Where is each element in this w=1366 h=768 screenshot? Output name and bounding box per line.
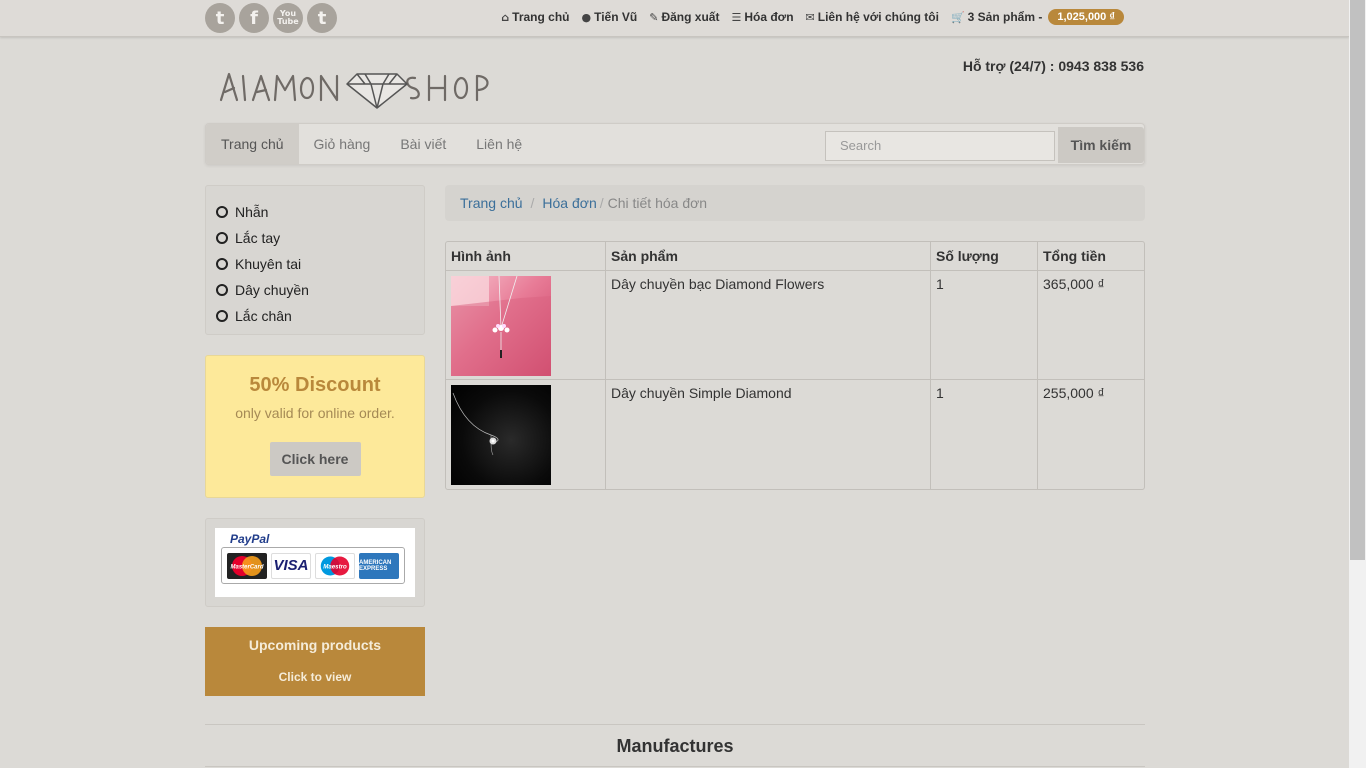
edit-icon: ✎: [649, 10, 659, 24]
category-item[interactable]: Lắc chân: [206, 303, 424, 329]
category-label: Khuyên tai: [235, 256, 302, 272]
quantity-cell: 1: [931, 271, 1038, 380]
category-label: Lắc chân: [235, 308, 292, 324]
top-home-link[interactable]: ⌂ Trang chủ: [501, 10, 569, 24]
top-orders-label: Hóa đơn: [744, 10, 794, 24]
category-list: Nhẫn Lắc tay Khuyên tai Dây chuyền Lắc c…: [205, 185, 425, 335]
scrollbar-track[interactable]: [1349, 0, 1366, 768]
column-header-quantity: Số lượng: [931, 242, 1038, 271]
facebook-icon[interactable]: f: [239, 3, 269, 33]
cart-total-badge: 1,025,000 ₫: [1048, 9, 1124, 25]
twitter-icon[interactable]: t: [205, 3, 235, 33]
top-links: ⌂ Trang chủ ● Tiến Vũ ✎ Đăng xuất ☰ Hóa …: [501, 9, 1124, 25]
envelope-icon: ✉: [805, 10, 815, 24]
payment-methods: PayPal MasterCard VISA Maestro AMERICAN …: [205, 518, 425, 607]
divider: [205, 766, 1145, 767]
promo-subtext: only valid for online order.: [235, 405, 395, 421]
product-image-cell: [446, 271, 606, 380]
scrollbar-thumb[interactable]: [1350, 0, 1365, 560]
social-links: t f You Tube t: [205, 3, 337, 33]
youtube-icon[interactable]: You Tube: [273, 3, 303, 33]
breadcrumb-current: Chi tiết hóa đơn: [607, 195, 708, 211]
top-bar: t f You Tube t ⌂ Trang chủ ● Tiến Vũ ✎ Đ…: [0, 0, 1349, 37]
promo-button[interactable]: Click here: [269, 442, 361, 476]
order-detail-table: Hình ảnh Sản phẩm Số lượng Tổng tiền Dây…: [445, 241, 1145, 490]
search-button[interactable]: Tìm kiếm: [1058, 127, 1144, 163]
top-user-label: Tiến Vũ: [594, 10, 638, 24]
top-user-link[interactable]: ● Tiến Vũ: [582, 10, 638, 24]
top-logout-label: Đăng xuất: [661, 10, 720, 24]
category-item[interactable]: Khuyên tai: [206, 251, 424, 277]
support-hotline: Hỗ trợ (24/7) : 0943 838 536: [962, 58, 1144, 74]
user-icon: ●: [581, 10, 592, 24]
top-orders-link[interactable]: ☰ Hóa đơn: [731, 10, 793, 24]
upcoming-link[interactable]: Click to view: [205, 670, 425, 684]
nav-posts[interactable]: Bài viết: [385, 124, 461, 164]
product-name-cell: Dây chuyền bạc Diamond Flowers: [606, 271, 931, 380]
radio-icon: [216, 310, 228, 322]
tumblr-icon[interactable]: t: [307, 3, 337, 33]
svg-text:MasterCard: MasterCard: [230, 564, 263, 570]
total-cell: 255,000 ₫: [1043, 385, 1105, 401]
column-header-total: Tổng tiền: [1038, 242, 1144, 271]
category-item[interactable]: Nhẫn: [206, 199, 424, 225]
upcoming-products[interactable]: Upcoming products Click to view: [205, 627, 425, 696]
top-contact-link[interactable]: ✉ Liên hệ với chúng tôi: [806, 10, 939, 24]
top-logout-link[interactable]: ✎ Đăng xuất: [649, 10, 719, 24]
upcoming-title: Upcoming products: [248, 637, 382, 653]
radio-icon: [216, 258, 228, 270]
product-thumbnail[interactable]: [451, 385, 551, 485]
home-icon: ⌂: [501, 10, 510, 24]
total-cell: 365,000 ₫: [1038, 271, 1144, 380]
top-home-label: Trang chủ: [512, 10, 570, 24]
radio-icon: [216, 206, 228, 218]
mastercard-logo: MasterCard: [227, 552, 267, 579]
search-input[interactable]: Search: [825, 131, 1055, 161]
breadcrumb-separator: /: [530, 195, 535, 211]
svg-text:Maestro: Maestro: [323, 563, 347, 570]
top-cart-label: 3 Sản phẩm -: [967, 10, 1043, 24]
category-item[interactable]: Lắc tay: [206, 225, 424, 251]
table-row: Dây chuyền bạc Diamond Flowers 1 365,000…: [446, 271, 1144, 380]
breadcrumb-separator: /: [599, 195, 604, 211]
maestro-logo: Maestro: [315, 552, 355, 579]
main-navbar: Trang chủ Giỏ hàng Bài viết Liên hệ Sear…: [205, 123, 1145, 165]
cart-icon: 🛒: [950, 10, 965, 24]
breadcrumb-orders[interactable]: Hóa đơn: [542, 195, 596, 211]
nav-cart[interactable]: Giỏ hàng: [299, 124, 386, 164]
list-icon: ☰: [731, 10, 742, 24]
nav-home[interactable]: Trang chủ: [206, 124, 299, 164]
breadcrumb: Trang chủ / Hóa đơn / Chi tiết hóa đơn: [445, 185, 1145, 221]
table-row: Dây chuyền Simple Diamond 1 255,000 ₫: [446, 380, 1144, 489]
column-header-image: Hình ảnh: [446, 242, 606, 271]
top-contact-label: Liên hệ với chúng tôi: [817, 10, 939, 24]
category-label: Dây chuyền: [235, 282, 309, 298]
table-header-row: Hình ảnh Sản phẩm Số lượng Tổng tiền: [446, 242, 1144, 271]
visa-logo: VISA: [271, 552, 311, 579]
category-label: Lắc tay: [235, 230, 281, 246]
radio-icon: [216, 232, 228, 244]
divider: [205, 724, 1145, 725]
manufactures-heading: Manufactures: [616, 736, 734, 756]
nav-contact[interactable]: Liên hệ: [461, 124, 537, 164]
product-name-cell: Dây chuyền Simple Diamond: [606, 380, 931, 489]
column-header-product: Sản phẩm: [606, 242, 931, 271]
paypal-logo: PayPal: [230, 532, 270, 546]
top-cart-link[interactable]: 🛒 3 Sản phẩm - 1,025,000 ₫: [951, 9, 1124, 25]
site-logo[interactable]: [215, 62, 505, 112]
category-item[interactable]: Dây chuyền: [206, 277, 424, 303]
product-thumbnail[interactable]: [451, 276, 551, 376]
payment-logos-image: PayPal MasterCard VISA Maestro AMERICAN …: [215, 528, 415, 597]
quantity-cell: 1: [931, 380, 1038, 489]
card-logos: MasterCard VISA Maestro AMERICAN EXPRESS: [221, 547, 405, 584]
promo-heading: 50% Discount: [249, 374, 381, 396]
product-image-cell: [446, 380, 606, 489]
amex-logo: AMERICAN EXPRESS: [359, 552, 399, 579]
breadcrumb-home[interactable]: Trang chủ: [460, 195, 523, 211]
category-label: Nhẫn: [235, 204, 269, 220]
discount-promo: 50% Discount only valid for online order…: [205, 355, 425, 498]
radio-icon: [216, 284, 228, 296]
